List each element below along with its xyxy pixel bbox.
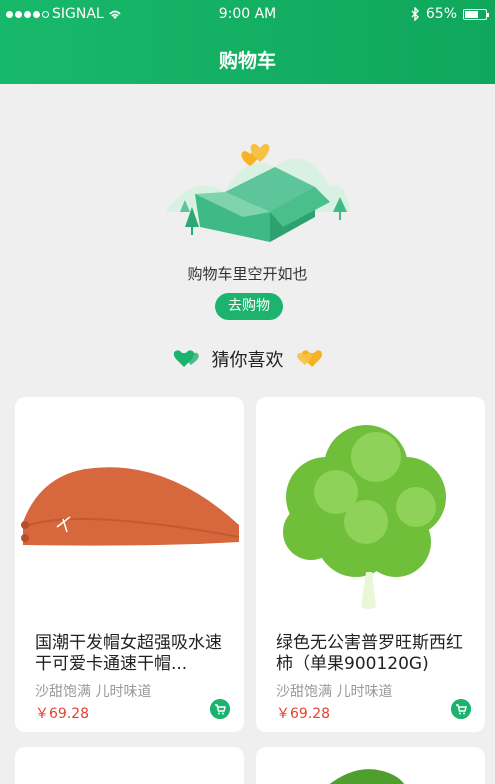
product-image	[283, 425, 446, 609]
empty-cart-illustration	[165, 143, 350, 242]
bluetooth-icon	[411, 7, 419, 21]
battery-icon	[463, 8, 489, 20]
product-image	[329, 769, 405, 784]
product-price: ￥69.28	[35, 706, 90, 722]
product-card[interactable]: 国潮干发帽女超强吸水速干可爱卡通速干帽... 沙甜饱满 儿时味道 ￥69.28	[15, 397, 244, 732]
add-to-cart-icon[interactable]	[451, 699, 471, 719]
status-right: 65%	[411, 6, 489, 22]
product-card[interactable]	[15, 747, 244, 784]
empty-cart-message: 购物车里空开如也	[187, 265, 308, 283]
status-bar: SIGNAL 9:00 AM 65%	[0, 6, 495, 26]
product-price: ￥69.28	[276, 706, 331, 722]
battery-percent: 65%	[425, 6, 457, 22]
product-card[interactable]	[256, 747, 485, 784]
product-image	[21, 467, 240, 546]
green-heart-icon	[173, 350, 199, 367]
orange-heart-icon	[296, 350, 322, 367]
recommend-heading: 猜你喜欢	[0, 346, 495, 372]
product-subtitle: 沙甜饱满 儿时味道	[276, 684, 393, 700]
add-to-cart-icon[interactable]	[210, 699, 230, 719]
go-shopping-button[interactable]: 去购物	[215, 293, 283, 320]
product-name: 绿色无公害普罗旺斯西红柿（单果900120G)	[276, 633, 463, 674]
product-card[interactable]: 绿色无公害普罗旺斯西红柿（单果900120G) 沙甜饱满 儿时味道 ￥69.28	[256, 397, 485, 732]
recommend-title: 猜你喜欢	[211, 350, 284, 371]
product-subtitle: 沙甜饱满 儿时味道	[35, 684, 152, 700]
product-name: 国潮干发帽女超强吸水速干可爱卡通速干帽...	[35, 633, 222, 674]
header-bar: SIGNAL 9:00 AM 65% 购物车	[0, 0, 495, 84]
page-title: 购物车	[218, 50, 276, 72]
